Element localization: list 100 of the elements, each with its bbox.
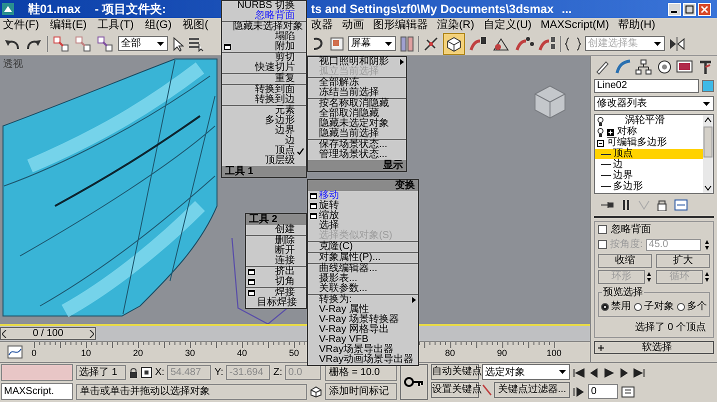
option-box-icon[interactable]: [248, 269, 255, 275]
menu-item[interactable]: 管理场景状态...: [308, 150, 406, 160]
key-mode-dropdown[interactable]: 选定对象: [482, 364, 570, 380]
menu-bar-item[interactable]: 改器: [311, 16, 333, 34]
sub-object-item[interactable]: 多边形: [595, 181, 703, 192]
selection-filter-dropdown[interactable]: 全部: [118, 36, 168, 51]
previous-key-icon[interactable]: [588, 368, 600, 378]
menu-item[interactable]: 视口照明和阴影: [308, 57, 406, 67]
light-bulb-icon[interactable]: [597, 128, 604, 137]
go-to-end-icon[interactable]: [633, 368, 645, 378]
menu-item[interactable]: 关联参数...: [308, 284, 418, 294]
cube-icon[interactable]: [310, 386, 322, 398]
menu-item[interactable]: V-Ray VFB: [308, 335, 418, 345]
light-bulb-icon[interactable]: [597, 116, 604, 126]
menu-bar-item[interactable]: 视图(: [182, 16, 208, 34]
listener-output-field[interactable]: [1, 364, 73, 381]
menu-bar-item[interactable]: 工具(T): [98, 16, 134, 34]
option-box-icon[interactable]: [310, 193, 317, 199]
select-by-name-icon[interactable]: [188, 36, 204, 52]
menu-bar-item[interactable]: 图形编辑器: [373, 16, 428, 34]
menu-item[interactable]: 焊接: [246, 288, 306, 298]
menu-bar-item[interactable]: 文件(F): [3, 16, 40, 34]
menu-item[interactable]: 边: [222, 136, 306, 146]
object-color-swatch[interactable]: [702, 80, 714, 92]
time-slider-thumb[interactable]: 0 / 100: [0, 327, 96, 340]
menu-item[interactable]: V-Ray 网格导出: [308, 325, 418, 335]
menu-item[interactable]: 保存场景状态...: [308, 140, 406, 150]
menu-item[interactable]: 目标焊接: [246, 298, 306, 308]
selection-count-field[interactable]: 选择了 1: [76, 365, 126, 380]
add-time-tag-field[interactable]: 添加时间标记: [325, 383, 397, 400]
radio-button[interactable]: [601, 302, 609, 310]
menu-bar-item[interactable]: 组(G): [144, 16, 172, 34]
create-tab-icon[interactable]: [594, 59, 611, 75]
auto-key-button[interactable]: 自动关键点: [431, 364, 479, 380]
menu-bar-item[interactable]: 动画: [342, 16, 364, 34]
menu-bar-item[interactable]: 渲染(R): [437, 16, 474, 34]
rollout-button[interactable]: 收缩: [598, 254, 652, 268]
menu-item[interactable]: 塌陷: [222, 32, 306, 42]
menu-item[interactable]: 创建: [246, 225, 306, 235]
menu-item[interactable]: 连接: [246, 256, 306, 266]
coordinate-system-dropdown[interactable]: 屏幕: [348, 36, 396, 51]
current-frame-field[interactable]: 0: [588, 384, 618, 399]
pin-stack-icon[interactable]: [600, 199, 614, 211]
menu-item[interactable]: 切角: [246, 277, 306, 287]
option-box-icon[interactable]: [248, 279, 255, 285]
select-arrow-icon[interactable]: [172, 36, 184, 52]
menu-item[interactable]: 挤出: [246, 267, 306, 277]
next-frame-icon[interactable]: [89, 330, 94, 338]
link-icon[interactable]: [52, 34, 70, 52]
menu-item[interactable]: 剪切: [222, 53, 306, 63]
menu-item[interactable]: 全部取消隐藏: [308, 109, 406, 119]
menu-item[interactable]: 旋转: [308, 201, 418, 211]
mirror-icon[interactable]: [668, 34, 686, 52]
menu-item[interactable]: 缩放: [308, 211, 418, 221]
menu-item[interactable]: V-Ray 场景转换器: [308, 315, 418, 325]
named-selection-icon[interactable]: [564, 34, 582, 52]
menu-item[interactable]: 摄影表...: [308, 274, 418, 284]
menu-item[interactable]: 忽略背面: [222, 11, 306, 21]
menu-item[interactable]: 对象属性(P)...: [308, 253, 418, 263]
keyboard-toggle-icon[interactable]: [443, 32, 465, 54]
soft-selection-rollout-header[interactable]: 软选择: [594, 341, 714, 354]
modifier-stack-item[interactable]: 可编辑多边形: [595, 138, 703, 149]
time-configuration-icon[interactable]: [621, 386, 635, 398]
hierarchy-tab-icon[interactable]: [635, 59, 652, 75]
display-tab-icon[interactable]: [676, 59, 694, 75]
curve-editor-icon[interactable]: [7, 345, 23, 359]
menu-item[interactable]: 冻结当前选择: [308, 88, 406, 98]
sub-object-item[interactable]: 边: [595, 159, 703, 170]
rollout-button[interactable]: 扩大: [656, 254, 710, 268]
menu-item[interactable]: 隐藏未选择对象: [222, 22, 306, 32]
menu-item[interactable]: 全部解冻: [308, 78, 406, 88]
menu-item[interactable]: 顶点: [222, 146, 306, 156]
menu-item[interactable]: V-Ray 属性: [308, 305, 418, 315]
option-box-icon[interactable]: [248, 290, 255, 296]
minimize-icon[interactable]: [668, 2, 681, 16]
radio-button[interactable]: [634, 302, 642, 310]
play-icon[interactable]: [603, 368, 615, 378]
menu-item[interactable]: VRay场景导出器: [308, 345, 418, 355]
key-filters-button[interactable]: 关键点过滤器...: [494, 382, 570, 398]
option-box-icon[interactable]: [224, 44, 231, 50]
menu-item[interactable]: 移动: [308, 191, 418, 201]
scale-icon[interactable]: [329, 36, 345, 52]
menu-item[interactable]: 多边形: [222, 116, 306, 126]
menu-bar-item[interactable]: 自定义(U): [483, 16, 532, 34]
close-icon[interactable]: [698, 2, 711, 16]
menu-item[interactable]: 边界: [222, 126, 306, 136]
menu-item[interactable]: 重复: [222, 74, 306, 84]
menu-item[interactable]: 断开: [246, 246, 306, 256]
menu-bar-item[interactable]: MAXScript(M): [540, 16, 610, 34]
menu-item[interactable]: 隐藏当前选择: [308, 129, 406, 139]
ignore-backfacing-checkbox[interactable]: 忽略背面: [598, 224, 710, 235]
modifier-stack-item[interactable]: 涡轮平滑: [595, 116, 703, 127]
menu-item[interactable]: 顶层级: [222, 156, 306, 166]
menu-item[interactable]: 转换到边: [222, 95, 306, 105]
viewport-label[interactable]: 透视: [3, 57, 23, 72]
menu-bar-item[interactable]: 编辑(E): [50, 16, 87, 34]
menu-item[interactable]: 转换为:: [308, 295, 418, 305]
menu-item[interactable]: 转换到面: [222, 85, 306, 95]
sub-object-item[interactable]: 顶点: [595, 148, 703, 160]
menu-item[interactable]: VRay动画场景导出器: [308, 355, 418, 365]
